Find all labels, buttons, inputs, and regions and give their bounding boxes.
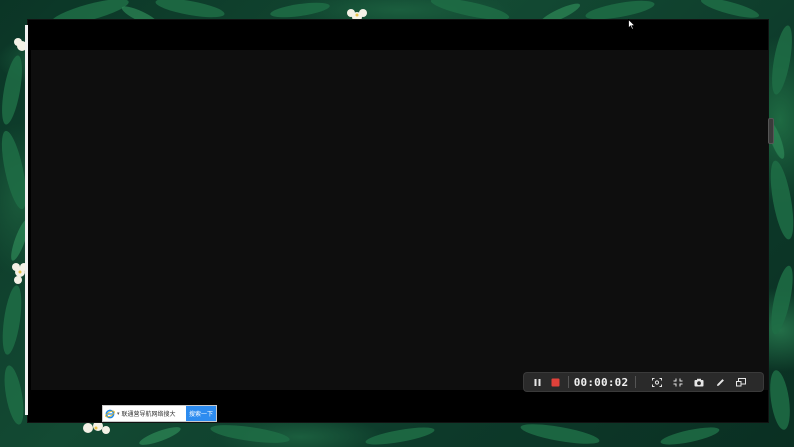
search-widget: ▾ 联通营导航网络搜大 搜索一下 <box>103 406 216 421</box>
fullscreen-icon <box>673 378 683 387</box>
annotate-button[interactable] <box>711 373 729 391</box>
region-select-button[interactable] <box>648 373 666 391</box>
fullscreen-button[interactable] <box>669 373 687 391</box>
ie-browser-icon <box>105 409 115 419</box>
video-canvas <box>31 50 768 390</box>
pip-window-button[interactable] <box>732 373 750 391</box>
search-input[interactable]: ▾ 联通营导航网络搜大 <box>103 406 186 421</box>
mouse-cursor-icon <box>628 19 636 30</box>
recorder-toolbar: 00:00:02 <box>524 373 763 391</box>
pause-button[interactable] <box>528 373 546 391</box>
pause-icon <box>533 378 542 387</box>
region-select-icon <box>652 377 662 387</box>
toolbar-divider <box>635 376 636 388</box>
search-text: 联通营导航网络搜大 <box>121 412 176 418</box>
toolbar-divider <box>568 376 569 388</box>
side-resize-handle[interactable] <box>768 118 774 144</box>
search-button[interactable]: 搜索一下 <box>186 406 216 421</box>
screenshot-button[interactable] <box>690 373 708 391</box>
camera-icon <box>694 378 704 387</box>
pip-window-icon <box>736 377 746 387</box>
chevron-down-icon[interactable]: ▾ <box>117 411 120 417</box>
player-window <box>25 20 774 422</box>
pen-annotate-icon <box>716 378 725 387</box>
stop-record-icon <box>551 378 560 387</box>
window-edge <box>25 25 28 415</box>
recording-timer: 00:00:02 <box>573 375 629 389</box>
window-top-bar <box>28 20 768 50</box>
stop-record-button[interactable] <box>546 373 564 391</box>
